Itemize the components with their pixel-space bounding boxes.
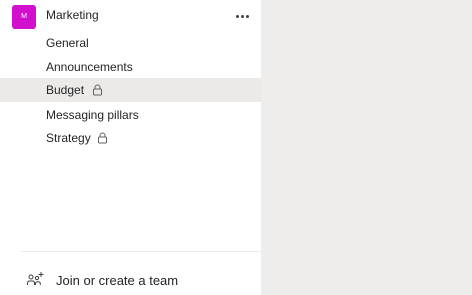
content-pane [261,0,472,295]
team-avatar: M [12,5,36,29]
teams-list-pane: M Marketing General Announcements Budget… [0,0,261,295]
team-header[interactable]: M Marketing [0,3,261,29]
channel-label: Messaging pillars [46,108,139,122]
channel-item-budget[interactable]: Budget [0,78,261,102]
divider [20,251,261,252]
more-options-button[interactable] [230,6,254,26]
lock-icon [98,132,107,144]
channel-item-strategy[interactable]: Strategy [0,126,261,150]
team-name[interactable]: Marketing [46,8,99,22]
channel-label: Strategy [46,131,91,145]
channel-label: Budget [46,83,85,97]
channel-label: General [46,36,89,50]
channel-item-messaging-pillars[interactable]: Messaging pillars [0,103,261,127]
channel-item-announcements[interactable]: Announcements [0,55,261,79]
people-add-icon [27,272,44,285]
more-horizontal-icon [235,14,239,18]
channel-label: Announcements [46,60,133,74]
lock-icon [93,84,102,96]
channel-item-general[interactable]: General [0,31,261,55]
join-or-create-team-button[interactable]: Join or create a team [0,266,261,294]
join-team-label: Join or create a team [56,273,179,288]
